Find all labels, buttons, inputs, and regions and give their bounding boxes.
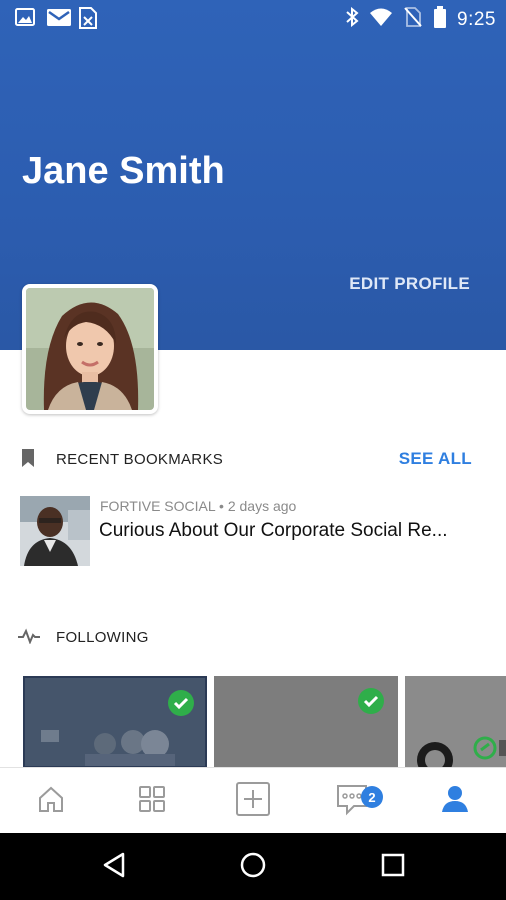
- back-icon: [101, 851, 127, 884]
- grid-icon: [138, 785, 166, 818]
- bookmark-thumbnail: [20, 496, 90, 566]
- bookmark-item[interactable]: FORTIVE SOCIAL • 2 days ago Curious Abou…: [20, 494, 486, 568]
- image-icon: [14, 6, 36, 28]
- wifi-icon: [369, 7, 393, 32]
- profile-icon: [440, 784, 470, 819]
- profile-screen: 9:25 Jane Smith EDIT PROFILE RECENT BOOK…: [0, 0, 506, 900]
- activity-icon: [18, 628, 40, 649]
- edit-profile-button[interactable]: EDIT PROFILE: [349, 274, 470, 294]
- system-navigation-bar: [0, 833, 506, 900]
- no-sim-icon: [403, 6, 423, 33]
- nav-add[interactable]: [202, 768, 303, 834]
- recents-button[interactable]: [373, 849, 413, 885]
- check-icon: [358, 688, 384, 714]
- bookmark-title: Curious About Our Corporate Social Re...: [99, 520, 448, 541]
- sheets-icon: [78, 6, 100, 29]
- following-card[interactable]: [23, 676, 207, 768]
- profile-name: Jane Smith: [22, 150, 225, 192]
- status-bar: 9:25: [0, 0, 506, 38]
- nav-profile[interactable]: [404, 768, 505, 834]
- add-icon: [235, 781, 270, 821]
- recents-icon: [380, 852, 406, 883]
- bookmark-icon: [20, 448, 36, 473]
- circle-home-icon: [239, 851, 267, 884]
- message-count-badge: 2: [361, 786, 383, 808]
- following-card[interactable]: [405, 676, 506, 768]
- bottom-navigation: 2: [0, 767, 506, 833]
- check-icon: [168, 690, 194, 716]
- gmail-icon: [46, 6, 71, 28]
- nav-home[interactable]: [0, 768, 101, 834]
- following-card[interactable]: [214, 676, 398, 768]
- bluetooth-icon: [345, 6, 359, 32]
- clock: 9:25: [457, 8, 496, 30]
- nav-messages[interactable]: 2: [303, 768, 404, 834]
- battery-icon: [433, 6, 447, 33]
- home-icon: [36, 784, 66, 819]
- see-all-button[interactable]: SEE ALL: [399, 449, 472, 469]
- bookmark-meta: FORTIVE SOCIAL • 2 days ago: [100, 498, 297, 514]
- back-button[interactable]: [94, 849, 134, 885]
- avatar[interactable]: [22, 284, 158, 414]
- recent-bookmarks-label: RECENT BOOKMARKS: [56, 451, 224, 468]
- following-header: FOLLOWING: [0, 622, 506, 652]
- nav-grid[interactable]: [101, 768, 202, 834]
- recent-bookmarks-header: RECENT BOOKMARKS SEE ALL: [0, 444, 506, 474]
- following-label: FOLLOWING: [56, 629, 149, 646]
- home-button[interactable]: [233, 849, 273, 885]
